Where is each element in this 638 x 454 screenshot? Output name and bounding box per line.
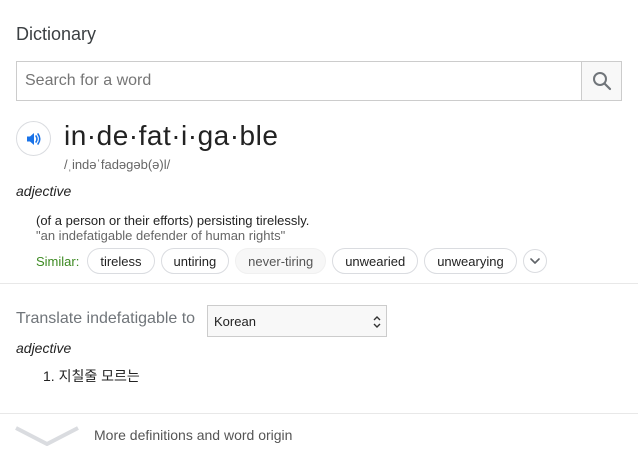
similar-chip[interactable]: untiring: [160, 248, 230, 274]
phonetic-transcription: /ˌindəˈfadəɡəb(ə)l/: [64, 157, 171, 172]
dictionary-title: Dictionary: [16, 24, 97, 44]
more-definitions-row[interactable]: More definitions and word origin: [0, 414, 638, 454]
section-divider: [0, 283, 638, 284]
search-button[interactable]: [581, 62, 621, 100]
dictionary-card: Dictionary in·de·fat·i·ga·ble /ˌindəˈfad…: [0, 0, 638, 454]
example-sentence: "an indefatigable defender of human righ…: [36, 228, 286, 243]
language-select[interactable]: Korean: [207, 305, 387, 337]
translate-label: Translate indefatigable to: [16, 310, 196, 327]
more-definitions-link[interactable]: More definitions and word origin: [94, 427, 292, 443]
translation-part-of-speech: adjective: [16, 340, 72, 356]
expand-similar-button[interactable]: [522, 249, 547, 273]
similar-words-row: Similar: tireless untiring never-tiring …: [36, 248, 547, 274]
chevron-down-icon: [529, 258, 540, 264]
chevron-down-icon: [15, 426, 79, 446]
search-bar: [16, 61, 622, 101]
selected-language: Korean: [214, 313, 256, 329]
definition: (of a person or their efforts) persistin…: [36, 213, 310, 228]
part-of-speech: adjective: [16, 183, 72, 199]
translation-item: 1. 지칠줄 모르는: [43, 368, 140, 384]
similar-chip[interactable]: never-tiring: [235, 248, 327, 274]
similar-chip[interactable]: unwearying: [424, 248, 517, 274]
speaker-icon: [26, 132, 41, 145]
pronunciation-button[interactable]: [16, 121, 51, 156]
select-arrows-icon: [373, 316, 381, 328]
headword: in·de·fat·i·ga·ble: [64, 120, 279, 151]
search-input[interactable]: [17, 62, 581, 100]
search-icon: [592, 72, 611, 91]
similar-label: Similar:: [36, 253, 80, 269]
similar-chip[interactable]: tireless: [87, 248, 155, 274]
similar-chip[interactable]: unwearied: [332, 248, 419, 274]
